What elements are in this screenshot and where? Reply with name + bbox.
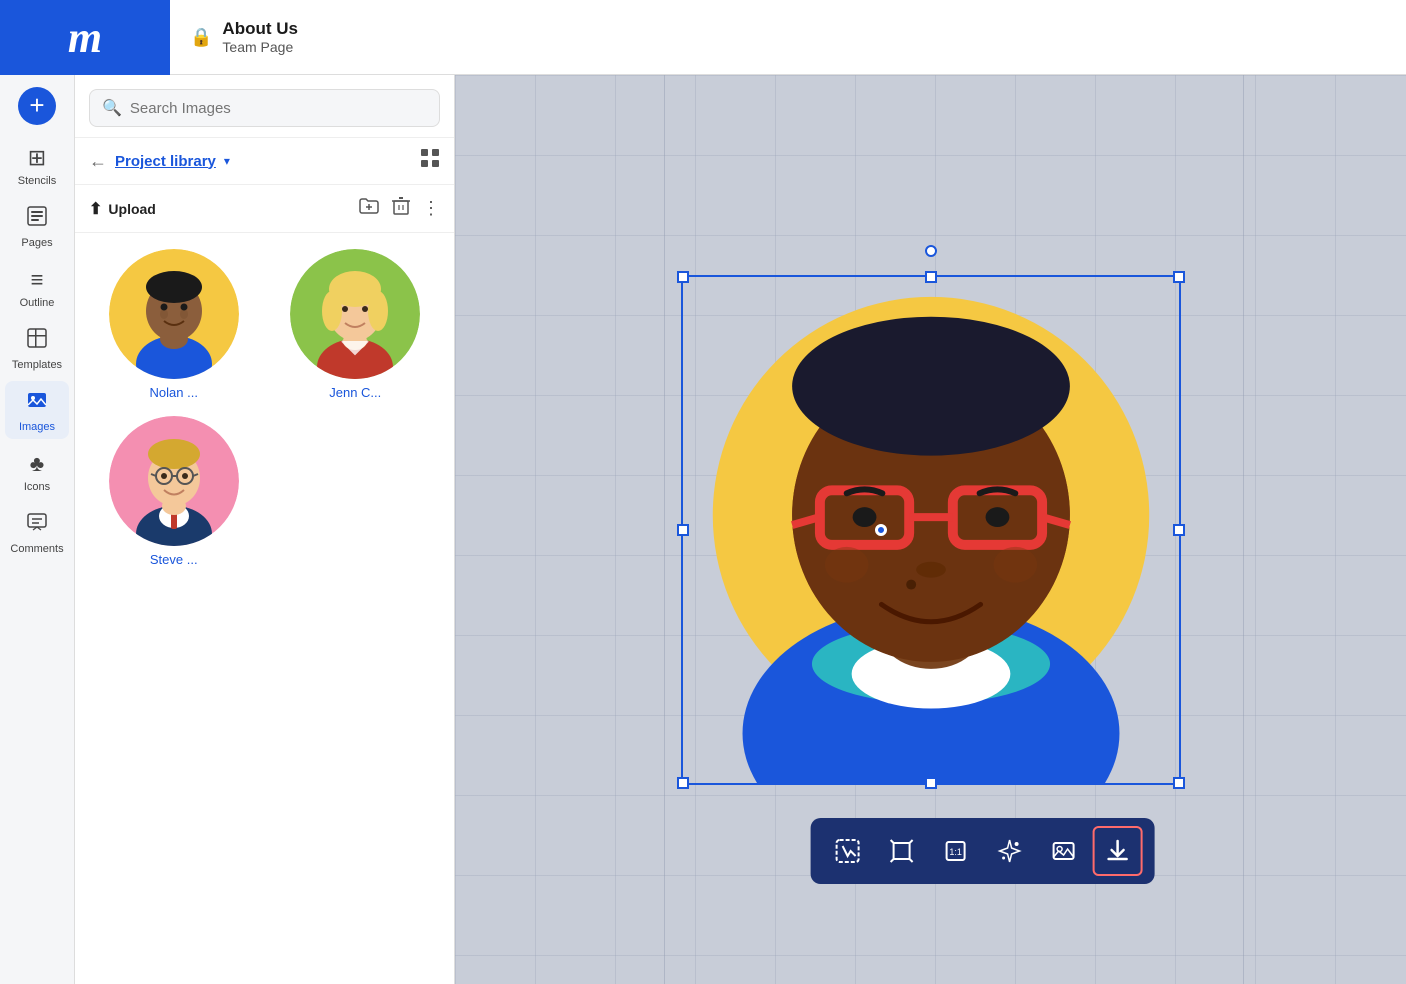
canvas-selected-image[interactable] <box>681 275 1181 785</box>
handle-top-center[interactable] <box>925 271 937 283</box>
more-options-button[interactable]: ⋮ <box>422 198 440 219</box>
images-icon <box>26 389 48 417</box>
library-nav: ← Project library ▾ <box>89 151 230 172</box>
steve-thumb <box>109 416 239 546</box>
outline-label: Outline <box>20 297 55 309</box>
upload-actions: ⋮ <box>358 195 440 222</box>
comments-icon <box>26 511 48 539</box>
sidebar-item-comments[interactable]: Comments <box>5 503 69 561</box>
back-button[interactable]: ← <box>89 151 107 172</box>
templates-icon <box>26 327 48 355</box>
steve-label: Steve ... <box>150 552 198 567</box>
nolan-thumb <box>109 249 239 379</box>
canvas-area: 1:1 <box>455 75 1406 984</box>
logo: m <box>68 12 102 63</box>
handle-bottom-right[interactable] <box>1173 777 1185 789</box>
library-header: ← Project library ▾ <box>75 138 454 185</box>
upload-label: Upload <box>108 201 155 217</box>
svg-text:1:1: 1:1 <box>949 847 962 857</box>
sidebar-icons: + ⊞ Stencils Pages ≡ Outline Templates <box>0 75 75 984</box>
add-button[interactable]: + <box>18 87 56 125</box>
replace-image-button[interactable] <box>1038 826 1088 876</box>
search-bar: 🔍 <box>89 89 440 127</box>
search-icon: 🔍 <box>102 98 122 118</box>
selection-border <box>681 275 1181 785</box>
magic-button[interactable] <box>984 826 1034 876</box>
library-title[interactable]: Project library <box>115 153 216 170</box>
canvas-vline-2 <box>1243 75 1244 984</box>
handle-rotate[interactable] <box>925 245 937 257</box>
download-button[interactable] <box>1092 826 1142 876</box>
page-subtitle: Team Page <box>222 39 298 55</box>
search-bar-container: 🔍 <box>75 75 454 138</box>
canvas-toolbar: 1:1 <box>810 818 1154 884</box>
handle-center[interactable] <box>875 524 887 536</box>
search-input[interactable] <box>130 100 427 117</box>
stencils-icon: ⊞ <box>28 145 46 171</box>
upload-bar: ⬆ Upload ⋮ <box>75 185 454 233</box>
list-item[interactable]: Steve ... <box>91 416 257 567</box>
handle-middle-left[interactable] <box>677 524 689 536</box>
logo-area: m <box>0 0 170 75</box>
list-item[interactable]: Nolan ... <box>91 249 257 400</box>
ratio-button[interactable]: 1:1 <box>930 826 980 876</box>
sidebar-item-templates[interactable]: Templates <box>5 319 69 377</box>
outline-icon: ≡ <box>31 267 44 293</box>
jenn-thumb <box>290 249 420 379</box>
sidebar-item-stencils[interactable]: ⊞ Stencils <box>5 137 69 193</box>
handle-middle-right[interactable] <box>1173 524 1185 536</box>
stencils-label: Stencils <box>18 175 57 187</box>
images-grid: Nolan ... <box>75 233 454 583</box>
plus-icon: + <box>29 92 44 118</box>
library-dropdown-arrow[interactable]: ▾ <box>224 154 230 168</box>
list-item[interactable]: Jenn C... <box>273 249 439 400</box>
header-titles: About Us Team Page <box>222 19 298 55</box>
grid-view-button[interactable] <box>420 148 440 174</box>
nolan-label: Nolan ... <box>150 385 198 400</box>
delete-button[interactable] <box>390 195 412 222</box>
sidebar-item-icons[interactable]: ♣ Icons <box>5 443 69 499</box>
canvas-avatar-svg <box>683 277 1179 783</box>
images-label: Images <box>19 421 55 433</box>
icons-icon: ♣ <box>30 451 44 477</box>
handle-bottom-left[interactable] <box>677 777 689 789</box>
new-folder-button[interactable] <box>358 195 380 222</box>
handle-bottom-center[interactable] <box>925 777 937 789</box>
handle-top-right[interactable] <box>1173 271 1185 283</box>
sidebar-item-images[interactable]: Images <box>5 381 69 439</box>
jenn-label: Jenn C... <box>329 385 381 400</box>
main-area: + ⊞ Stencils Pages ≡ Outline Templates <box>0 75 1406 984</box>
upload-icon: ⬆ <box>89 199 102 219</box>
header-info: 🔒 About Us Team Page <box>170 19 298 55</box>
pages-label: Pages <box>21 237 52 249</box>
top-bar: m 🔒 About Us Team Page <box>0 0 1406 75</box>
smart-select-button[interactable] <box>822 826 872 876</box>
comments-label: Comments <box>10 543 63 555</box>
crop-button[interactable] <box>876 826 926 876</box>
project-title: About Us <box>222 19 298 39</box>
library-panel: 🔍 ← Project library ▾ ⬆ Upload <box>75 75 455 984</box>
handle-top-left[interactable] <box>677 271 689 283</box>
lock-icon: 🔒 <box>190 27 212 48</box>
templates-label: Templates <box>12 359 62 371</box>
canvas-vline-1 <box>664 75 665 984</box>
pages-icon <box>26 205 48 233</box>
sidebar-item-outline[interactable]: ≡ Outline <box>5 259 69 315</box>
upload-button[interactable]: ⬆ Upload <box>89 199 156 219</box>
sidebar-item-pages[interactable]: Pages <box>5 197 69 255</box>
icons-label: Icons <box>24 481 50 493</box>
